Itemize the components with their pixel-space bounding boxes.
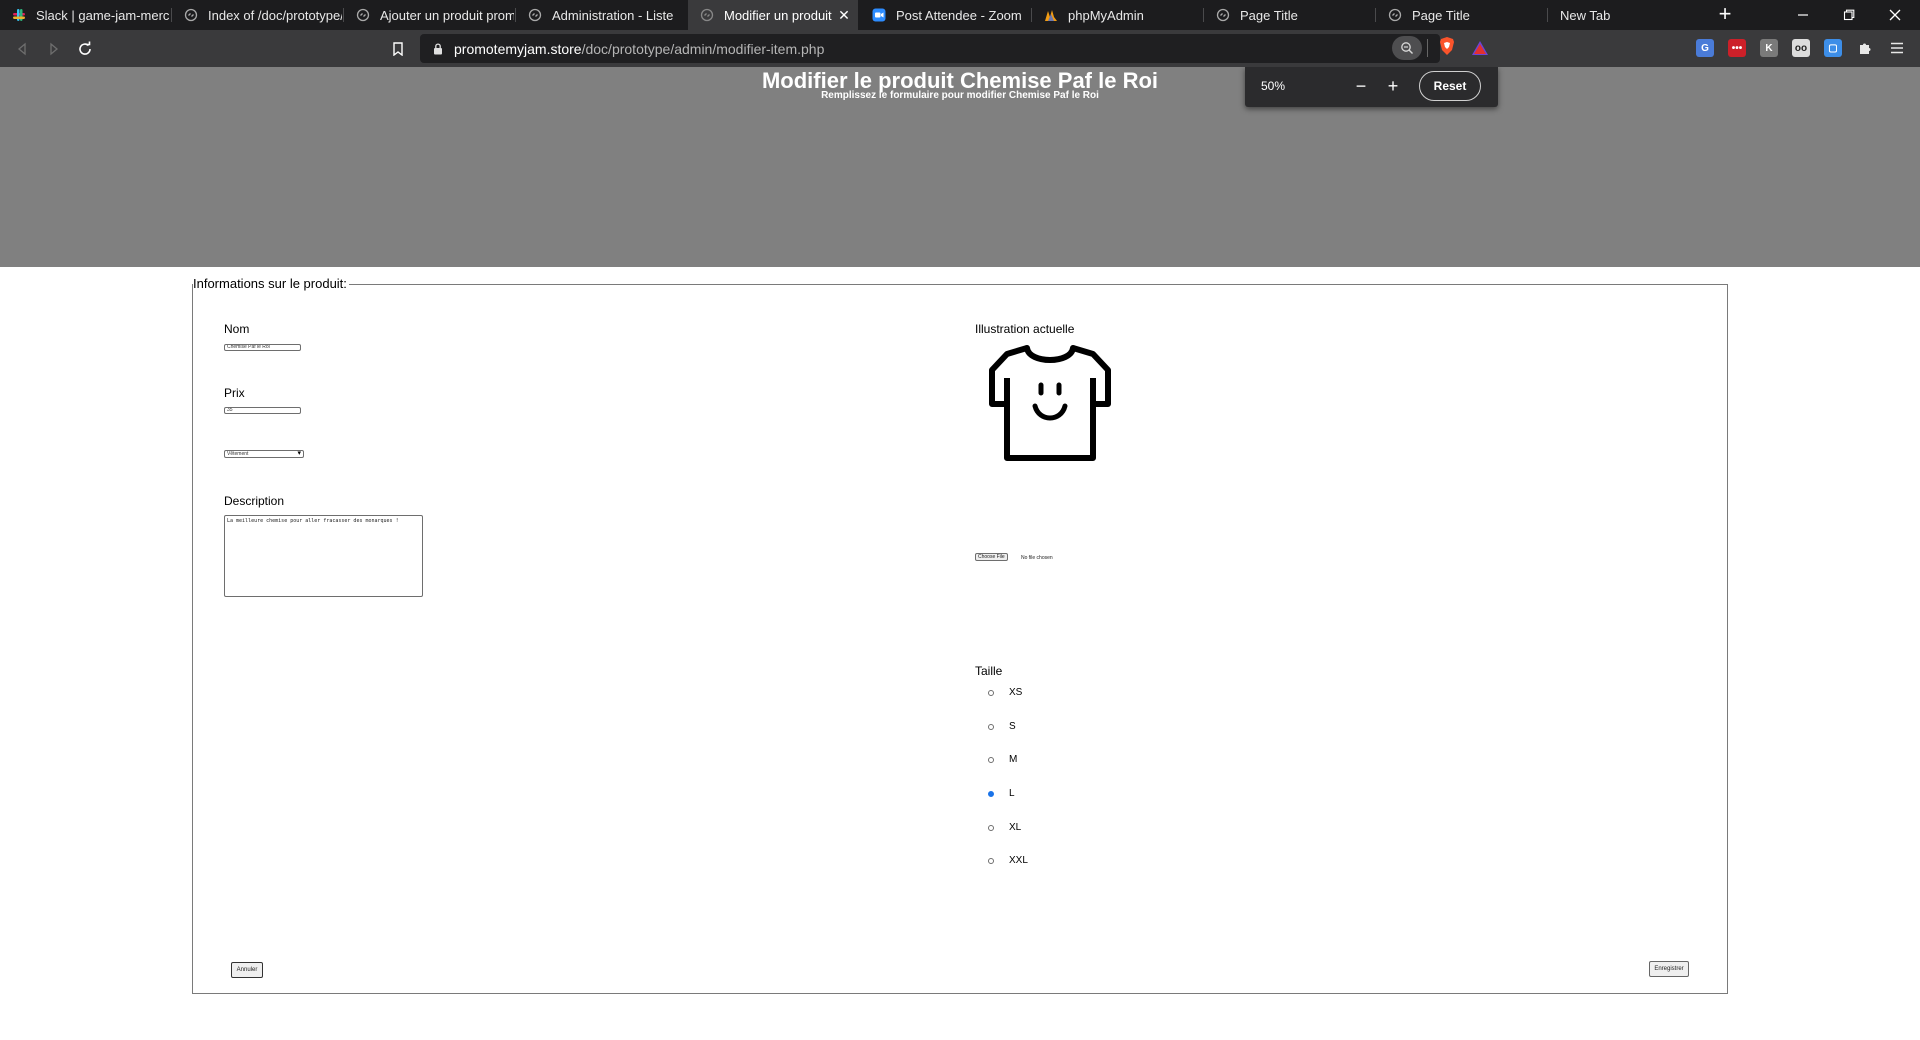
radio-s[interactable] xyxy=(988,724,994,730)
tab-ajouter[interactable]: Ajouter un produit prom xyxy=(344,0,514,30)
description-textarea[interactable]: La meilleure chemise pour aller fracasse… xyxy=(224,515,423,597)
zoom-popup: 50% − + Reset xyxy=(1245,67,1498,107)
zoom-out-button[interactable]: − xyxy=(1351,77,1371,97)
globe-icon xyxy=(184,8,198,22)
tab-label: Page Title xyxy=(1240,7,1298,23)
prix-input[interactable]: 35 xyxy=(224,407,301,414)
new-tab-plus-icon[interactable]: + xyxy=(1713,3,1737,27)
lock-icon xyxy=(433,42,443,60)
browser-toolbar: promotemyjam.store/doc/prototype/admin/m… xyxy=(0,30,1920,67)
zoom-in-button[interactable]: + xyxy=(1383,77,1403,97)
fieldset-legend: Informations sur le produit: xyxy=(193,276,349,291)
nom-label: Nom xyxy=(224,322,250,336)
size-label-xxl: XXL xyxy=(1009,855,1028,866)
tab-label: Slack | game-jam-merch xyxy=(36,7,170,23)
radio-l[interactable] xyxy=(988,791,994,797)
lastpass-extension-icon[interactable]: ••• xyxy=(1728,39,1746,57)
keyboard-extension-icon[interactable]: K xyxy=(1760,39,1778,57)
zoom-magnifier-icon[interactable] xyxy=(1392,36,1422,60)
chevron-down-icon: ▾ xyxy=(297,450,301,457)
url-text: promotemyjam.store/doc/prototype/admin/m… xyxy=(454,41,824,57)
illustration-label: Illustration actuelle xyxy=(975,322,1075,336)
radio-xl[interactable] xyxy=(988,825,994,831)
phpmyadmin-icon xyxy=(1044,8,1058,22)
minimize-icon[interactable] xyxy=(1780,0,1826,30)
restore-icon[interactable] xyxy=(1826,0,1872,30)
globe-icon xyxy=(356,8,370,22)
product-fieldset xyxy=(192,284,1728,994)
size-label-m: M xyxy=(1009,754,1018,765)
size-label-xs: XS xyxy=(1009,687,1023,698)
tab-administration[interactable]: Administration - Liste xyxy=(516,0,686,30)
close-window-icon[interactable] xyxy=(1872,0,1918,30)
translate-extension-icon[interactable]: G xyxy=(1696,39,1714,57)
tab-label: New Tab xyxy=(1560,7,1611,23)
zoom-reset-button[interactable]: Reset xyxy=(1419,71,1481,101)
bookmark-icon[interactable] xyxy=(387,38,409,60)
page-viewport: Modifier le produit Chemise Paf le Roi R… xyxy=(0,67,1920,1040)
zoom-level: 50% xyxy=(1261,79,1286,93)
zoom-icon xyxy=(872,8,886,22)
brave-rewards-icon[interactable] xyxy=(1471,39,1489,57)
tab-strip: Slack | game-jam-merch Index of /doc/pro… xyxy=(0,0,1920,30)
category-selected-value: Vêtement xyxy=(227,451,249,457)
page-header: Modifier le produit Chemise Paf le Roi R… xyxy=(0,67,1920,267)
screenshot-extension-icon[interactable]: ▢ xyxy=(1824,39,1842,57)
tab-new-tab[interactable]: New Tab xyxy=(1548,0,1708,30)
tab-page-title-2[interactable]: Page Title xyxy=(1376,0,1546,30)
size-label-xl: XL xyxy=(1009,822,1022,833)
menu-icon[interactable] xyxy=(1888,39,1906,57)
tab-label: Administration - Liste xyxy=(552,7,674,23)
description-label: Description xyxy=(224,494,285,508)
tab-phpmyadmin[interactable]: phpMyAdmin xyxy=(1032,0,1202,30)
puzzle-extensions-icon[interactable] xyxy=(1856,39,1874,57)
prix-label: Prix xyxy=(224,386,245,400)
file-status: No file chosen xyxy=(1021,555,1053,561)
globe-icon xyxy=(528,8,542,22)
tab-label: Index of /doc/prototype/ xyxy=(208,7,342,23)
category-select[interactable]: Vêtement ▾ xyxy=(224,450,304,458)
tab-label: Ajouter un produit prom xyxy=(380,7,514,23)
back-icon[interactable] xyxy=(11,38,33,60)
forward-icon[interactable] xyxy=(43,38,65,60)
radio-xs[interactable] xyxy=(988,690,994,696)
globe-icon xyxy=(700,8,714,22)
tab-page-title-1[interactable]: Page Title xyxy=(1204,0,1374,30)
tab-label: Post Attendee - Zoom xyxy=(896,7,1022,23)
radio-m[interactable] xyxy=(988,757,994,763)
close-tab-icon[interactable]: ✕ xyxy=(836,7,852,23)
url-path: /doc/prototype/admin/modifier-item.php xyxy=(581,41,825,57)
choose-file-button[interactable]: Choose File xyxy=(975,553,1008,561)
address-bar[interactable]: promotemyjam.store/doc/prototype/admin/m… xyxy=(420,34,1440,63)
reader-extension-icon[interactable]: oo xyxy=(1792,39,1810,57)
tab-index[interactable]: Index of /doc/prototype/ xyxy=(172,0,342,30)
taille-label: Taille xyxy=(975,664,1003,678)
tab-label: Modifier un produit xyxy=(724,7,832,23)
tab-label: Page Title xyxy=(1412,7,1470,23)
tab-zoom[interactable]: Post Attendee - Zoom xyxy=(860,0,1030,30)
reload-icon[interactable] xyxy=(74,38,96,60)
brave-shields-icon[interactable] xyxy=(1438,37,1456,55)
size-label-l: L xyxy=(1009,788,1015,799)
slack-icon xyxy=(12,8,26,22)
cancel-button[interactable]: Annuler xyxy=(231,962,263,978)
save-button[interactable]: Enregistrer xyxy=(1649,961,1689,977)
tab-label: phpMyAdmin xyxy=(1068,7,1144,23)
tshirt-smiley-icon xyxy=(987,342,1113,466)
page-subtitle: Remplissez le formulaire pour modifier C… xyxy=(821,90,1099,101)
globe-icon xyxy=(1216,8,1230,22)
globe-icon xyxy=(1388,8,1402,22)
tab-modifier[interactable]: Modifier un produit ✕ xyxy=(688,0,858,30)
size-label-s: S xyxy=(1009,721,1016,732)
nom-input[interactable]: Chemise Paf le Roi xyxy=(224,344,301,351)
radio-xxl[interactable] xyxy=(988,858,994,864)
tab-slack[interactable]: Slack | game-jam-merch xyxy=(0,0,170,30)
url-host: promotemyjam.store xyxy=(454,41,582,57)
